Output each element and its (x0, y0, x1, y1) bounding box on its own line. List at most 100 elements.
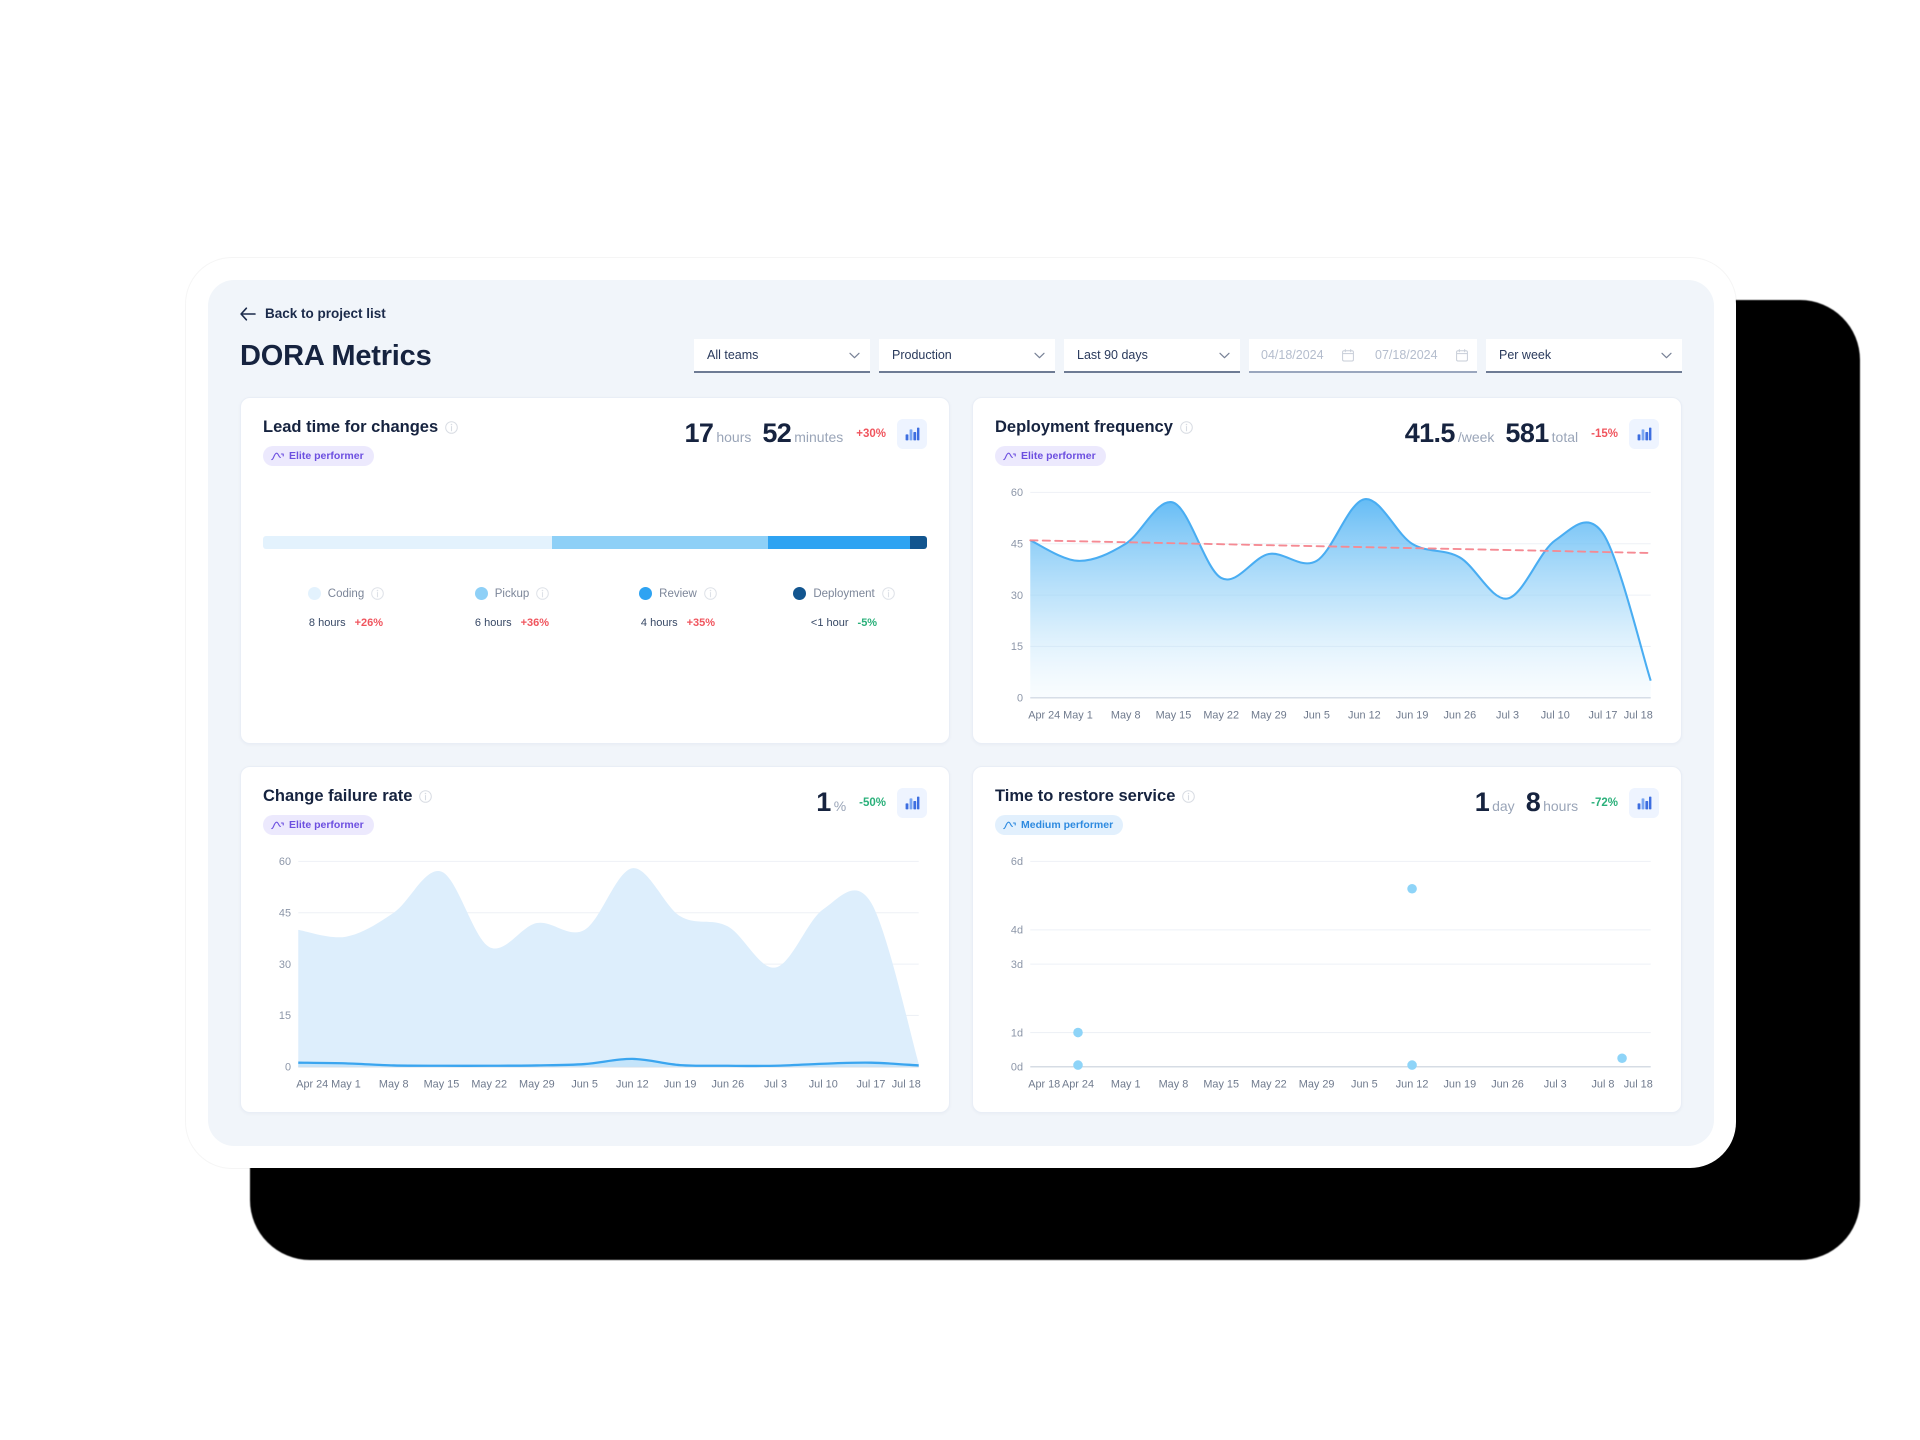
change-failure-rate-chart[interactable]: 0 15 30 45 60 Apr 24 May 1 May 8 May 15 May 22 Ma… (263, 851, 927, 1096)
trend-spark-icon (1003, 821, 1016, 830)
svg-text:30: 30 (1011, 590, 1023, 602)
back-link-label: Back to project list (265, 306, 386, 321)
card-deployment-frequency: Deployment frequency Elite performer 41.… (972, 397, 1682, 744)
stat-total: 581 total (1505, 418, 1578, 449)
trend-indicator: -15% (1591, 427, 1618, 440)
arrow-left-icon (240, 306, 256, 321)
info-icon[interactable] (1180, 421, 1193, 434)
legend-value: 4 hours (640, 617, 678, 629)
svg-text:Jul 18: Jul 18 (1624, 710, 1653, 722)
performance-badge-label: Elite performer (1021, 450, 1096, 462)
info-icon[interactable] (419, 790, 433, 803)
segment-review[interactable] (767, 536, 911, 549)
svg-text:4d: 4d (1011, 925, 1023, 937)
svg-text:Jun 26: Jun 26 (1443, 710, 1476, 722)
performance-badge: Elite performer (995, 446, 1106, 466)
svg-text:Apr 18: Apr 18 (1028, 1079, 1060, 1091)
segment-coding[interactable] (263, 536, 552, 549)
svg-text:Apr 24: Apr 24 (296, 1079, 328, 1091)
svg-text:45: 45 (1011, 538, 1023, 550)
svg-text:Jun 5: Jun 5 (1303, 710, 1330, 722)
stat-unit: hours (716, 429, 752, 445)
environment-filter-select[interactable]: Production (879, 339, 1055, 373)
info-icon[interactable] (536, 587, 550, 600)
segment-pickup[interactable] (551, 536, 768, 549)
svg-text:May 1: May 1 (1063, 710, 1093, 722)
start-date-value: 04/18/2024 (1261, 348, 1324, 362)
card-title: Deployment frequency (995, 418, 1173, 436)
scatter-point (1073, 1060, 1083, 1070)
filter-bar: All teams Production Last 90 days 04/18/… (694, 339, 1682, 373)
performance-badge-label: Elite performer (289, 450, 364, 462)
trend-indicator: +30% (856, 427, 886, 440)
svg-text:Jul 3: Jul 3 (1496, 710, 1519, 722)
date-range-picker[interactable]: 04/18/2024 07/18/2024 (1249, 339, 1477, 373)
legend-item-pickup: Pickup 6 hours +36% (429, 587, 595, 629)
open-chart-button[interactable] (897, 418, 927, 449)
end-date-input[interactable]: 07/18/2024 (1363, 348, 1477, 362)
period-filter-select[interactable]: Last 90 days (1064, 339, 1240, 373)
lead-time-segmented-bar (263, 536, 927, 549)
bar-chart-icon (1637, 796, 1651, 809)
chart-canvas: 0 15 30 45 60 Apr 24 May 1 May 8 May 15 May 22 Ma… (1011, 487, 1653, 722)
calendar-icon (1342, 348, 1354, 361)
svg-text:May 8: May 8 (379, 1079, 409, 1091)
stat-hours: 8 hours (1526, 787, 1578, 818)
svg-text:Jul 3: Jul 3 (764, 1079, 787, 1091)
svg-text:Jun 5: Jun 5 (571, 1079, 598, 1091)
chevron-down-icon (849, 352, 860, 358)
svg-text:3d: 3d (1011, 959, 1023, 971)
svg-text:May 29: May 29 (1299, 1079, 1335, 1091)
stat-unit: total (1551, 429, 1579, 445)
end-date-value: 07/18/2024 (1375, 348, 1438, 362)
calendar-icon (1456, 348, 1468, 361)
chevron-down-icon (1034, 352, 1045, 358)
stat-unit: % (833, 798, 847, 814)
bar-chart-icon (1637, 427, 1651, 440)
metrics-grid: Lead time for changes Elite performer 17… (240, 397, 1682, 1113)
open-chart-button[interactable] (897, 787, 927, 818)
stat-unit: day (1492, 798, 1515, 814)
trend-spark-icon (271, 452, 284, 461)
card-title: Change failure rate (263, 787, 413, 805)
svg-text:0: 0 (285, 1062, 291, 1074)
chevron-down-icon (1219, 352, 1230, 358)
legend-item-review: Review 4 hours +35% (595, 587, 761, 629)
svg-text:May 15: May 15 (1203, 1079, 1239, 1091)
svg-text:May 22: May 22 (1203, 710, 1239, 722)
stat-unit: /week (1457, 429, 1495, 445)
svg-text:Jul 10: Jul 10 (809, 1079, 838, 1091)
granularity-filter-select[interactable]: Per week (1486, 339, 1682, 373)
info-icon[interactable] (704, 587, 717, 600)
info-icon[interactable] (1182, 790, 1196, 803)
stat-unit: hours (1543, 798, 1579, 814)
stat-day: 1 day (1475, 787, 1515, 818)
svg-text:45: 45 (279, 907, 291, 919)
info-icon[interactable] (881, 587, 895, 600)
legend-delta: -5% (857, 617, 878, 629)
performance-badge: Elite performer (263, 815, 374, 835)
svg-text:Jun 19: Jun 19 (1396, 710, 1429, 722)
back-to-project-list-link[interactable]: Back to project list (240, 306, 386, 321)
card-time-to-restore-service: Time to restore service Medium performer… (972, 766, 1682, 1113)
svg-text:May 15: May 15 (424, 1079, 460, 1091)
time-to-restore-chart[interactable]: 0d 1d 3d 4d 6d Apr 18 Apr 24 May 1 May 8 May 15 M… (995, 851, 1659, 1096)
stat-value: 17 (684, 418, 714, 448)
info-icon[interactable] (445, 421, 458, 434)
svg-text:Jun 19: Jun 19 (1443, 1079, 1476, 1091)
info-icon[interactable] (371, 587, 385, 600)
svg-text:May 1: May 1 (331, 1079, 361, 1091)
open-chart-button[interactable] (1629, 787, 1659, 818)
segment-deployment[interactable] (910, 536, 927, 549)
open-chart-button[interactable] (1629, 418, 1659, 449)
stat-per-week: 41.5 /week (1405, 418, 1495, 449)
svg-text:0d: 0d (1011, 1062, 1023, 1074)
legend-label: Review (659, 587, 697, 600)
legend-color-dot (793, 587, 807, 600)
start-date-input[interactable]: 04/18/2024 (1249, 348, 1363, 362)
legend-item-deployment: Deployment <1 hour -5% (761, 587, 927, 629)
svg-text:Jun 12: Jun 12 (1396, 1079, 1429, 1091)
legend-delta: +26% (354, 617, 384, 629)
deployment-frequency-chart[interactable]: 0 15 30 45 60 Apr 24 May 1 May 8 May 15 May 22 Ma… (995, 482, 1659, 727)
team-filter-select[interactable]: All teams (694, 339, 870, 373)
